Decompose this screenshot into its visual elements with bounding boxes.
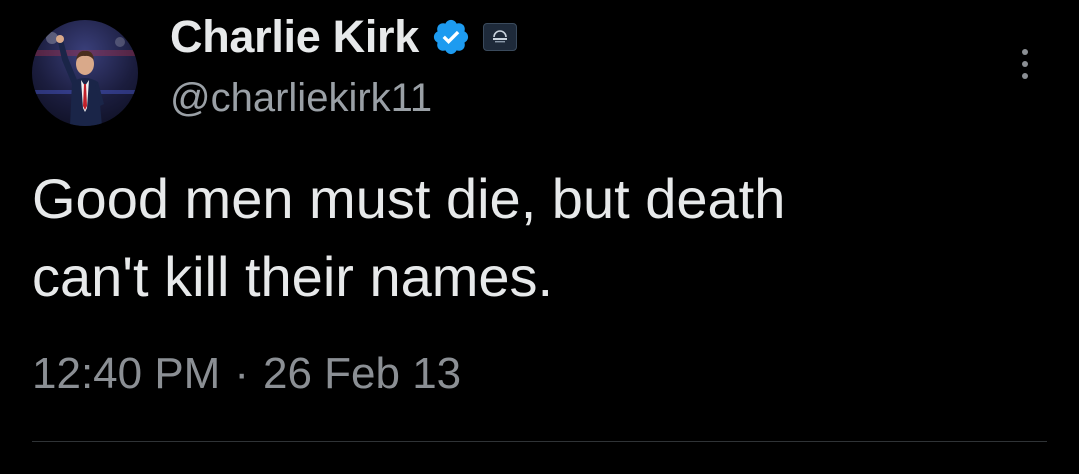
more-dot bbox=[1022, 73, 1028, 79]
meta-separator: · bbox=[234, 349, 249, 398]
avatar-image bbox=[32, 32, 138, 126]
tweet-timestamp[interactable]: 12:40 PM · 26 Feb 13 bbox=[32, 349, 461, 399]
author-name-row: Charlie Kirk bbox=[170, 10, 517, 64]
tweet: Charlie Kirk @charliekirk11 Good men mus… bbox=[0, 0, 1079, 474]
tweet-text: Good men must die, but death can't kill … bbox=[32, 167, 786, 308]
more-dot bbox=[1022, 61, 1028, 67]
author-display-name[interactable]: Charlie Kirk bbox=[170, 11, 419, 63]
more-dot bbox=[1022, 49, 1028, 55]
tweet-time[interactable]: 12:40 PM bbox=[32, 349, 220, 399]
divider bbox=[32, 441, 1047, 442]
author-handle[interactable]: @charliekirk11 bbox=[170, 76, 432, 121]
verified-badge-icon[interactable] bbox=[431, 17, 471, 57]
tweet-date[interactable]: 26 Feb 13 bbox=[263, 349, 461, 399]
avatar[interactable] bbox=[32, 20, 138, 126]
affiliation-badge-icon[interactable] bbox=[483, 23, 517, 51]
more-options-icon[interactable] bbox=[1008, 44, 1042, 84]
